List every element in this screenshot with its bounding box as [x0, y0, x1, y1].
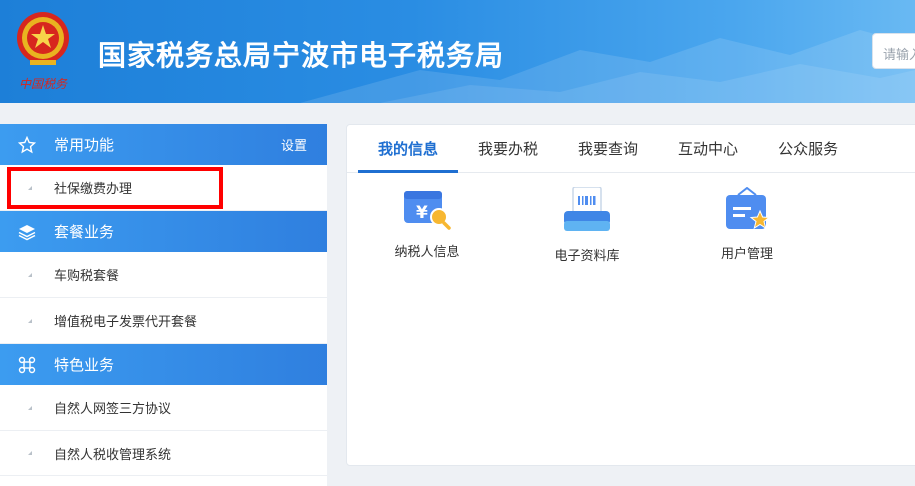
- service-label: 纳税人信息: [394, 245, 460, 260]
- sidebar: 常用功能 设置 社保缴费办理 套餐业务 车购税套餐 增值税电子发票代开套餐 特色…: [0, 124, 327, 486]
- service-user-management[interactable]: 用户管理: [687, 187, 807, 262]
- bullet-icon: [28, 405, 32, 410]
- tab-do-tax[interactable]: 我要办税: [458, 125, 558, 172]
- search-input[interactable]: 请输入: [872, 33, 915, 69]
- tab-bar: 我的信息 我要办税 我要查询 互动中心 公众服务: [347, 125, 915, 173]
- bullet-icon: [28, 272, 32, 277]
- section-label: 套餐业务: [54, 223, 115, 241]
- bullet-icon: [28, 185, 32, 190]
- sidebar-item-label: 自然人网签三方协议: [54, 402, 172, 417]
- main-panel: 我的信息 我要办税 我要查询 互动中心 公众服务 ¥ 纳税人信息 电子资料库 用…: [346, 124, 915, 466]
- sidebar-section-featured[interactable]: 特色业务: [0, 344, 327, 385]
- layers-icon: [18, 223, 36, 241]
- service-document-library[interactable]: 电子资料库: [527, 187, 647, 264]
- sidebar-item-social-security[interactable]: 社保缴费办理: [0, 165, 327, 211]
- sidebar-item-label: 自然人税收管理系统: [54, 447, 172, 463]
- tab-public-service[interactable]: 公众服务: [758, 125, 858, 172]
- sidebar-item-label: 社保缴费办理: [54, 182, 133, 197]
- service-label: 电子资料库: [554, 249, 620, 264]
- sidebar-item-tripartite-agreement[interactable]: 自然人网签三方协议: [0, 385, 327, 431]
- sidebar-item-label: 车购税套餐: [54, 269, 120, 284]
- section-label: 常用功能: [54, 136, 115, 154]
- bullet-icon: [28, 318, 32, 323]
- svg-text:¥: ¥: [416, 203, 428, 223]
- service-label: 用户管理: [720, 247, 773, 262]
- document-library-icon: [564, 187, 610, 231]
- emblem-text: 中国税务: [19, 77, 68, 91]
- sidebar-section-common[interactable]: 常用功能 设置: [0, 124, 327, 165]
- site-header: 中国税务 国家税务总局宁波市电子税务局 请输入: [0, 0, 915, 103]
- command-icon: [18, 356, 36, 374]
- star-icon: [18, 135, 36, 154]
- service-taxpayer-info[interactable]: ¥ 纳税人信息: [367, 187, 487, 260]
- bullet-icon: [28, 451, 32, 455]
- sidebar-section-packages[interactable]: 套餐业务: [0, 211, 327, 252]
- user-management-icon: [726, 187, 771, 230]
- sidebar-item-individual-tax-system[interactable]: 自然人税收管理系统: [0, 431, 327, 476]
- settings-link[interactable]: 设置: [281, 135, 307, 154]
- tax-emblem-logo: 中国税务: [17, 12, 69, 91]
- tab-interaction[interactable]: 互动中心: [658, 125, 758, 172]
- site-title: 国家税务总局宁波市电子税务局: [98, 39, 505, 72]
- section-label: 特色业务: [54, 356, 115, 374]
- sidebar-item-label: 增值税电子发票代开套餐: [54, 315, 198, 330]
- sidebar-item-vat-invoice[interactable]: 增值税电子发票代开套餐: [0, 298, 327, 344]
- taxpayer-info-icon: ¥: [404, 191, 451, 230]
- sidebar-item-vehicle-tax[interactable]: 车购税套餐: [0, 252, 327, 298]
- tab-my-info[interactable]: 我的信息: [358, 125, 459, 173]
- tab-query[interactable]: 我要查询: [558, 125, 658, 172]
